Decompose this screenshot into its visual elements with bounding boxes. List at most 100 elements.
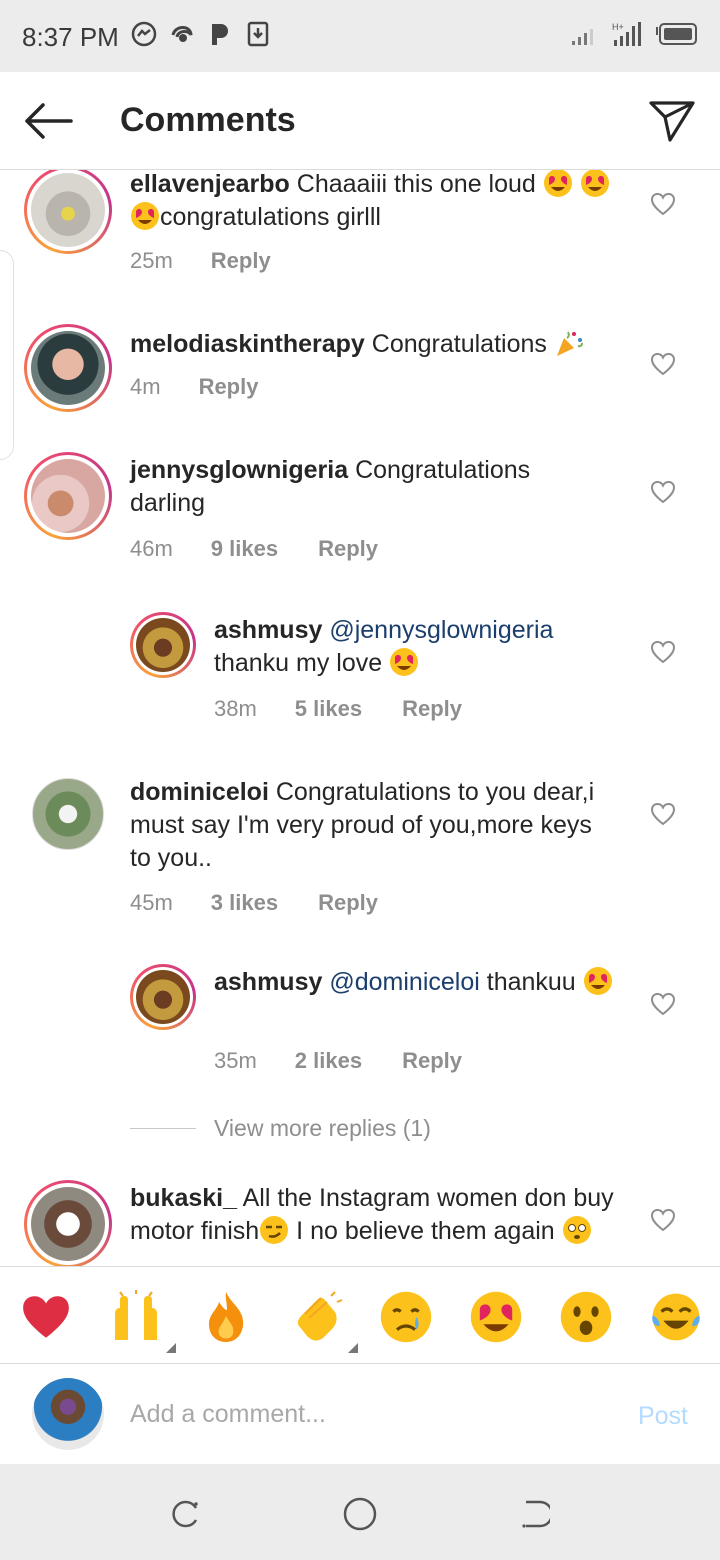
system-nav-bar xyxy=(0,1464,720,1560)
clapping-hands-reaction[interactable] xyxy=(290,1289,358,1353)
comment-username[interactable]: ellavenjearbo xyxy=(130,170,290,198)
like-heart-icon[interactable] xyxy=(650,352,676,376)
messenger-icon xyxy=(130,20,158,48)
fire-reaction[interactable] xyxy=(198,1289,254,1345)
comment-time: 4m xyxy=(130,374,161,399)
current-user-avatar[interactable] xyxy=(32,1378,104,1450)
comment-username[interactable]: jennysglownigeria xyxy=(130,456,348,484)
heart-eyes-emoji xyxy=(130,201,160,231)
comment-meta: 25m Reply xyxy=(130,248,271,274)
add-comment-input[interactable] xyxy=(130,1392,590,1436)
mention-link[interactable]: @dominiceloi xyxy=(329,968,479,996)
mention-link[interactable]: @jennysglownigeria xyxy=(329,616,553,644)
heart-eyes-icon xyxy=(470,1291,522,1343)
avatar[interactable] xyxy=(24,1180,112,1266)
comment-time: 45m xyxy=(130,890,173,915)
like-heart-icon[interactable] xyxy=(650,1208,676,1232)
crying-face-reaction[interactable] xyxy=(378,1289,434,1345)
party-popper-emoji xyxy=(554,328,584,358)
view-more-replies-button[interactable]: View more replies (1) xyxy=(130,1115,431,1142)
comment-composer: Post xyxy=(0,1364,720,1464)
comment-time: 35m xyxy=(214,1048,257,1073)
nav-back-button[interactable] xyxy=(514,1494,554,1534)
reply-button[interactable]: Reply xyxy=(318,536,378,562)
comment-username[interactable]: ashmusy xyxy=(214,616,322,644)
share-button[interactable] xyxy=(646,96,698,146)
comment-text: ashmusy @dominiceloi thankuu xyxy=(214,966,614,999)
avatar[interactable] xyxy=(130,964,196,1030)
like-heart-icon[interactable] xyxy=(650,992,676,1016)
clapping-hands-icon xyxy=(297,1291,343,1341)
back-icon xyxy=(522,1500,550,1528)
status-time: 8:37 PM xyxy=(22,22,119,52)
comment-meta: 45m 3 likes Reply xyxy=(130,890,378,916)
avatar[interactable] xyxy=(24,324,112,412)
avatar[interactable] xyxy=(130,612,196,678)
heart-eyes-emoji xyxy=(543,170,573,198)
reply-button[interactable]: Reply xyxy=(211,248,271,274)
avatar[interactable] xyxy=(32,778,104,850)
status-bar: 8:37 PM H+ xyxy=(0,0,720,72)
page-title: Comments xyxy=(120,101,296,139)
likes-count[interactable]: 5 likes xyxy=(295,696,362,722)
tears-of-joy-reaction[interactable] xyxy=(648,1289,704,1345)
raising-hands-reaction[interactable] xyxy=(108,1289,176,1353)
comment-username[interactable]: ashmusy xyxy=(214,968,322,996)
post-button[interactable]: Post xyxy=(638,1402,688,1431)
signal-icon xyxy=(570,21,600,52)
smirk-emoji xyxy=(259,1215,289,1245)
surprised-face-reaction[interactable] xyxy=(558,1289,614,1345)
reply-button[interactable]: Reply xyxy=(199,374,259,400)
comment-meta: 4m Reply xyxy=(130,374,258,400)
raising-hands-icon xyxy=(115,1290,157,1340)
flushed-emoji xyxy=(562,1215,592,1245)
reply-button[interactable]: Reply xyxy=(318,890,378,916)
quick-reactions-bar xyxy=(0,1266,720,1364)
red-heart-reaction[interactable] xyxy=(18,1289,74,1345)
like-heart-icon[interactable] xyxy=(650,640,676,664)
comment-meta: 46m 9 likes Reply xyxy=(130,536,378,562)
fire-icon xyxy=(209,1292,244,1342)
reply-button[interactable]: Reply xyxy=(402,696,462,722)
comment-text: ellavenjearbo Chaaaiii this one loud con… xyxy=(130,170,630,234)
p-app-icon xyxy=(206,20,234,48)
comment-time: 46m xyxy=(130,536,173,561)
like-heart-icon[interactable] xyxy=(650,192,676,216)
heart-eyes-emoji xyxy=(389,647,419,677)
view-more-replies-label: View more replies (1) xyxy=(214,1115,431,1141)
comment-meta: 38m 5 likes Reply xyxy=(214,696,462,722)
likes-count[interactable]: 3 likes xyxy=(211,890,278,916)
like-heart-icon[interactable] xyxy=(650,480,676,504)
divider-line xyxy=(130,1128,196,1129)
heart-eyes-reaction[interactable] xyxy=(468,1289,524,1345)
heart-eyes-emoji xyxy=(580,170,610,198)
download-icon xyxy=(244,20,272,48)
like-heart-icon[interactable] xyxy=(650,802,676,826)
surprised-face-icon xyxy=(560,1291,612,1343)
comment-text: ashmusy @jennysglownigeria thanku my lov… xyxy=(214,616,554,677)
likes-count[interactable]: 9 likes xyxy=(211,536,278,562)
status-notification-icons xyxy=(130,20,272,48)
avatar[interactable] xyxy=(24,170,112,254)
comments-list[interactable]: ellavenjearbo Chaaaiii this one loud con… xyxy=(0,170,720,1266)
recent-apps-button[interactable] xyxy=(166,1494,206,1534)
comment-username[interactable]: melodiaskintherapy xyxy=(130,330,365,358)
back-button[interactable] xyxy=(20,96,76,146)
comment-time: 25m xyxy=(130,248,173,273)
svg-text:H+: H+ xyxy=(612,22,624,32)
home-button[interactable] xyxy=(340,1494,380,1534)
swirl-app-icon xyxy=(168,20,196,48)
status-system-icons: H+ xyxy=(570,20,698,53)
reply-button[interactable]: Reply xyxy=(402,1048,462,1074)
battery-icon xyxy=(654,22,698,51)
comment-time: 38m xyxy=(214,696,257,721)
arrow-left-icon xyxy=(25,103,73,139)
avatar[interactable] xyxy=(24,452,112,540)
likes-count[interactable]: 2 likes xyxy=(295,1048,362,1074)
comment-meta: 35m 2 likes Reply xyxy=(214,1048,462,1074)
data-signal-icon: H+ xyxy=(610,20,644,53)
comment-username[interactable]: dominiceloi xyxy=(130,778,269,806)
edge-panel-handle[interactable] xyxy=(0,250,14,460)
comment-username[interactable]: bukaski_ xyxy=(130,1184,237,1212)
comment-text: bukaski_ All the Instagram women don buy… xyxy=(130,1184,614,1245)
